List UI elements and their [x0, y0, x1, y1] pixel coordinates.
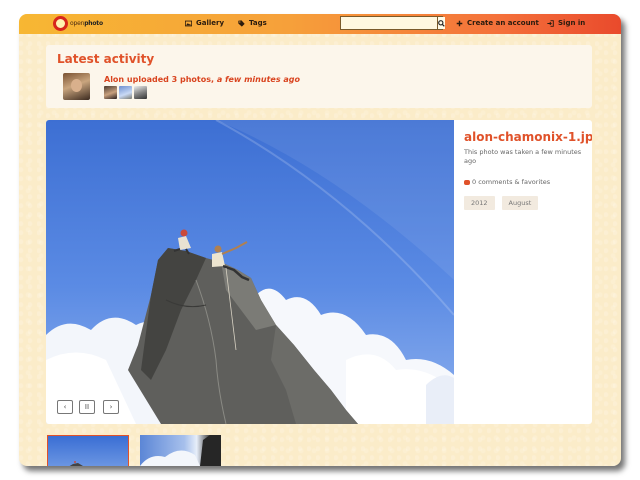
photo-thumbnail-selected[interactable]	[47, 435, 129, 466]
activity-text[interactable]: Alon uploaded 3 photos, a few minutes ag…	[104, 75, 300, 84]
logo-ring-icon	[53, 16, 68, 31]
nav-gallery-label: Gallery	[196, 19, 225, 27]
activity-thumbnails	[104, 86, 147, 99]
app-window: openphoto Gallery Tags Create an account…	[19, 14, 621, 466]
pause-button[interactable]: II	[79, 400, 95, 414]
nav-tags-label: Tags	[249, 19, 267, 27]
next-button[interactable]: ›	[103, 400, 119, 414]
activity-main-text: Alon uploaded 3 photos,	[104, 75, 215, 84]
logo-text: openphoto	[70, 20, 103, 27]
logo[interactable]: openphoto	[53, 16, 103, 31]
plus-icon	[456, 20, 463, 26]
prev-button[interactable]: ‹	[57, 400, 73, 414]
tag-icon	[238, 19, 245, 27]
activity-title: Latest activity	[57, 52, 155, 66]
search-box	[340, 16, 445, 30]
search-input[interactable]	[341, 17, 437, 29]
nav-tags[interactable]: Tags	[238, 19, 267, 27]
thumbnail-image	[69, 461, 83, 466]
top-bar: openphoto Gallery Tags Create an account…	[19, 14, 621, 34]
photo-thumbnail[interactable]	[140, 435, 221, 466]
comments-link[interactable]: 0 comments & favorites	[464, 178, 588, 186]
comments-label: 0 comments & favorites	[472, 178, 551, 186]
photo-title[interactable]: alon-chamonix-1.jpg	[464, 130, 592, 144]
photo-panel: ‹ II › alon-chamonix-1.jpg This photo wa…	[46, 120, 592, 424]
thumbnail-image	[140, 435, 221, 466]
comment-bubble-icon	[464, 179, 470, 185]
avatar[interactable]	[63, 73, 90, 100]
photo-taken-text: This photo was taken a few minutes ago	[464, 148, 582, 165]
tag-2012[interactable]: 2012	[464, 196, 495, 210]
activity-thumbnail[interactable]	[104, 86, 117, 99]
create-account-link[interactable]: Create an account	[456, 19, 539, 27]
create-account-label: Create an account	[467, 19, 539, 27]
nav-gallery[interactable]: Gallery	[185, 19, 224, 27]
photo-image	[46, 120, 454, 424]
sign-in-link[interactable]: Sign in	[547, 19, 585, 27]
search-button[interactable]	[437, 17, 445, 29]
main-photo[interactable]: ‹ II ›	[46, 120, 454, 424]
tag-list: 2012 August	[464, 196, 588, 210]
tag-august[interactable]: August	[501, 196, 539, 210]
search-icon	[438, 19, 445, 27]
activity-time: a few minutes ago	[216, 75, 300, 84]
photo-details: alon-chamonix-1.jpg This photo was taken…	[464, 130, 592, 210]
sign-in-label: Sign in	[558, 19, 586, 27]
image-icon	[185, 20, 192, 26]
activity-thumbnail[interactable]	[119, 86, 132, 99]
activity-panel: Latest activity Alon uploaded 3 photos, …	[46, 45, 592, 108]
activity-thumbnail[interactable]	[134, 86, 147, 99]
sign-in-icon	[547, 19, 554, 27]
